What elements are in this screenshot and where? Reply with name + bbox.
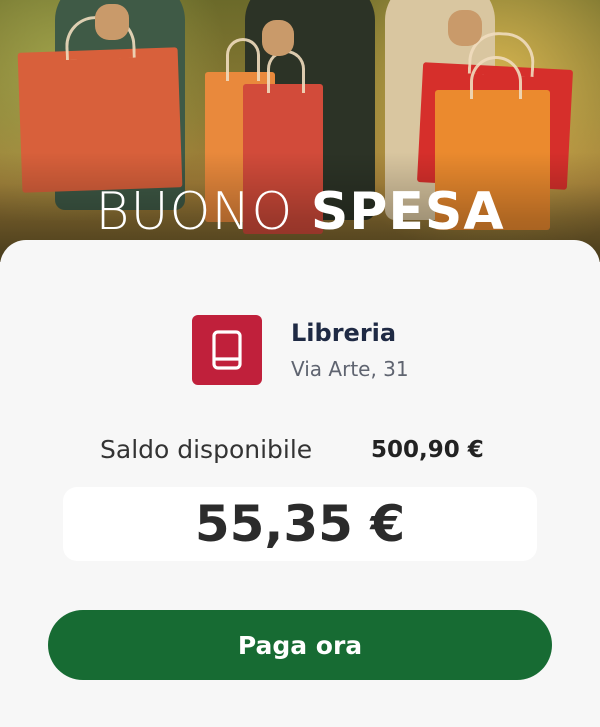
- book-icon-glyph: [212, 330, 242, 370]
- banner-title-light: BUONO: [95, 182, 294, 242]
- banner-title-bold: SPESA: [310, 182, 505, 242]
- banner-title: BUONO SPESA: [0, 182, 600, 242]
- shopper-hand: [95, 4, 129, 40]
- shopper-hand: [448, 10, 482, 46]
- amount-field[interactable]: 55,35 €: [63, 487, 537, 561]
- balance-row: Saldo disponibile 500,90 €: [100, 435, 520, 469]
- book-icon: [192, 315, 262, 385]
- pay-now-button[interactable]: Paga ora: [48, 610, 552, 680]
- merchant-name: Libreria: [291, 319, 397, 347]
- merchant-info: Libreria Via Arte, 31: [192, 315, 492, 387]
- shopper-hand: [262, 20, 294, 56]
- balance-label: Saldo disponibile: [100, 435, 313, 464]
- hero-banner: BUONO SPESA: [0, 0, 600, 262]
- balance-value: 500,90 €: [371, 437, 484, 463]
- merchant-address: Via Arte, 31: [291, 357, 409, 381]
- amount-value: 55,35 €: [194, 495, 406, 553]
- voucher-card: Libreria Via Arte, 31 Saldo disponibile …: [0, 240, 600, 727]
